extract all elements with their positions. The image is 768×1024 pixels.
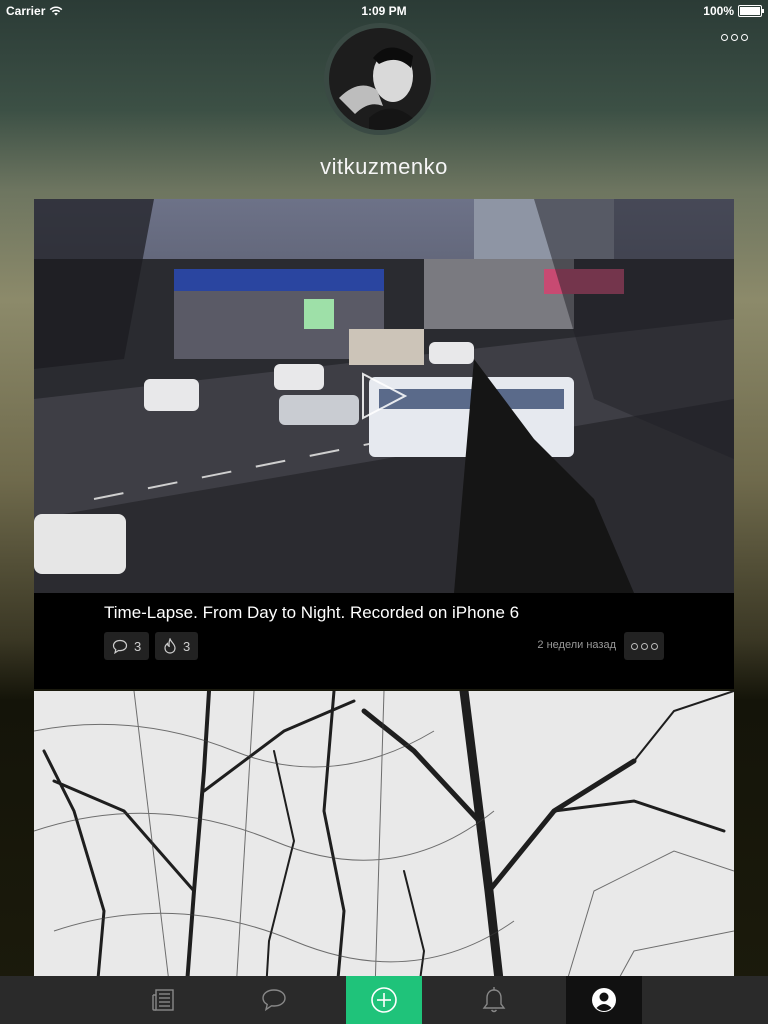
tab-notifications[interactable] — [456, 976, 532, 1024]
more-horizontal-icon — [630, 642, 638, 650]
more-horizontal-icon — [721, 34, 728, 41]
avatar[interactable] — [324, 23, 436, 135]
post-image — [34, 691, 734, 1024]
post-card[interactable] — [34, 691, 734, 1024]
notifications-icon — [482, 987, 506, 1013]
post-caption: Time-Lapse. From Day to Night. Recorded … — [104, 603, 520, 622]
post-video-thumbnail[interactable] — [34, 199, 734, 593]
play-icon[interactable] — [361, 372, 407, 420]
comment-icon — [112, 639, 128, 654]
tab-messages[interactable] — [236, 976, 312, 1024]
battery-percent: 100% — [703, 4, 734, 18]
likes-count: 3 — [183, 638, 191, 654]
status-bar: Carrier 1:09 PM 100% — [0, 0, 768, 22]
messages-icon — [262, 989, 286, 1012]
avatar-image — [329, 28, 431, 130]
profile-username[interactable]: vitkuzmenko — [0, 154, 768, 180]
post-card: Time-Lapse. From Day to Night. Recorded … — [34, 199, 734, 689]
comments-button[interactable]: 3 — [104, 632, 150, 660]
profile-icon — [592, 988, 616, 1012]
tab-bar — [0, 976, 768, 1024]
likes-button[interactable]: 3 — [155, 632, 199, 660]
add-icon — [371, 987, 397, 1013]
more-menu-button[interactable] — [721, 34, 748, 41]
tab-profile[interactable] — [566, 976, 642, 1024]
battery-icon — [738, 5, 764, 17]
feed-icon — [152, 989, 174, 1011]
flame-icon — [164, 638, 176, 654]
tab-add[interactable] — [346, 976, 422, 1024]
battery: 100% — [703, 4, 764, 18]
tab-feed[interactable] — [126, 976, 202, 1024]
comments-count: 3 — [134, 638, 142, 654]
post-timestamp: 2 недели назад — [537, 639, 616, 651]
status-time: 1:09 PM — [361, 4, 407, 18]
post-more-button[interactable] — [624, 632, 664, 660]
